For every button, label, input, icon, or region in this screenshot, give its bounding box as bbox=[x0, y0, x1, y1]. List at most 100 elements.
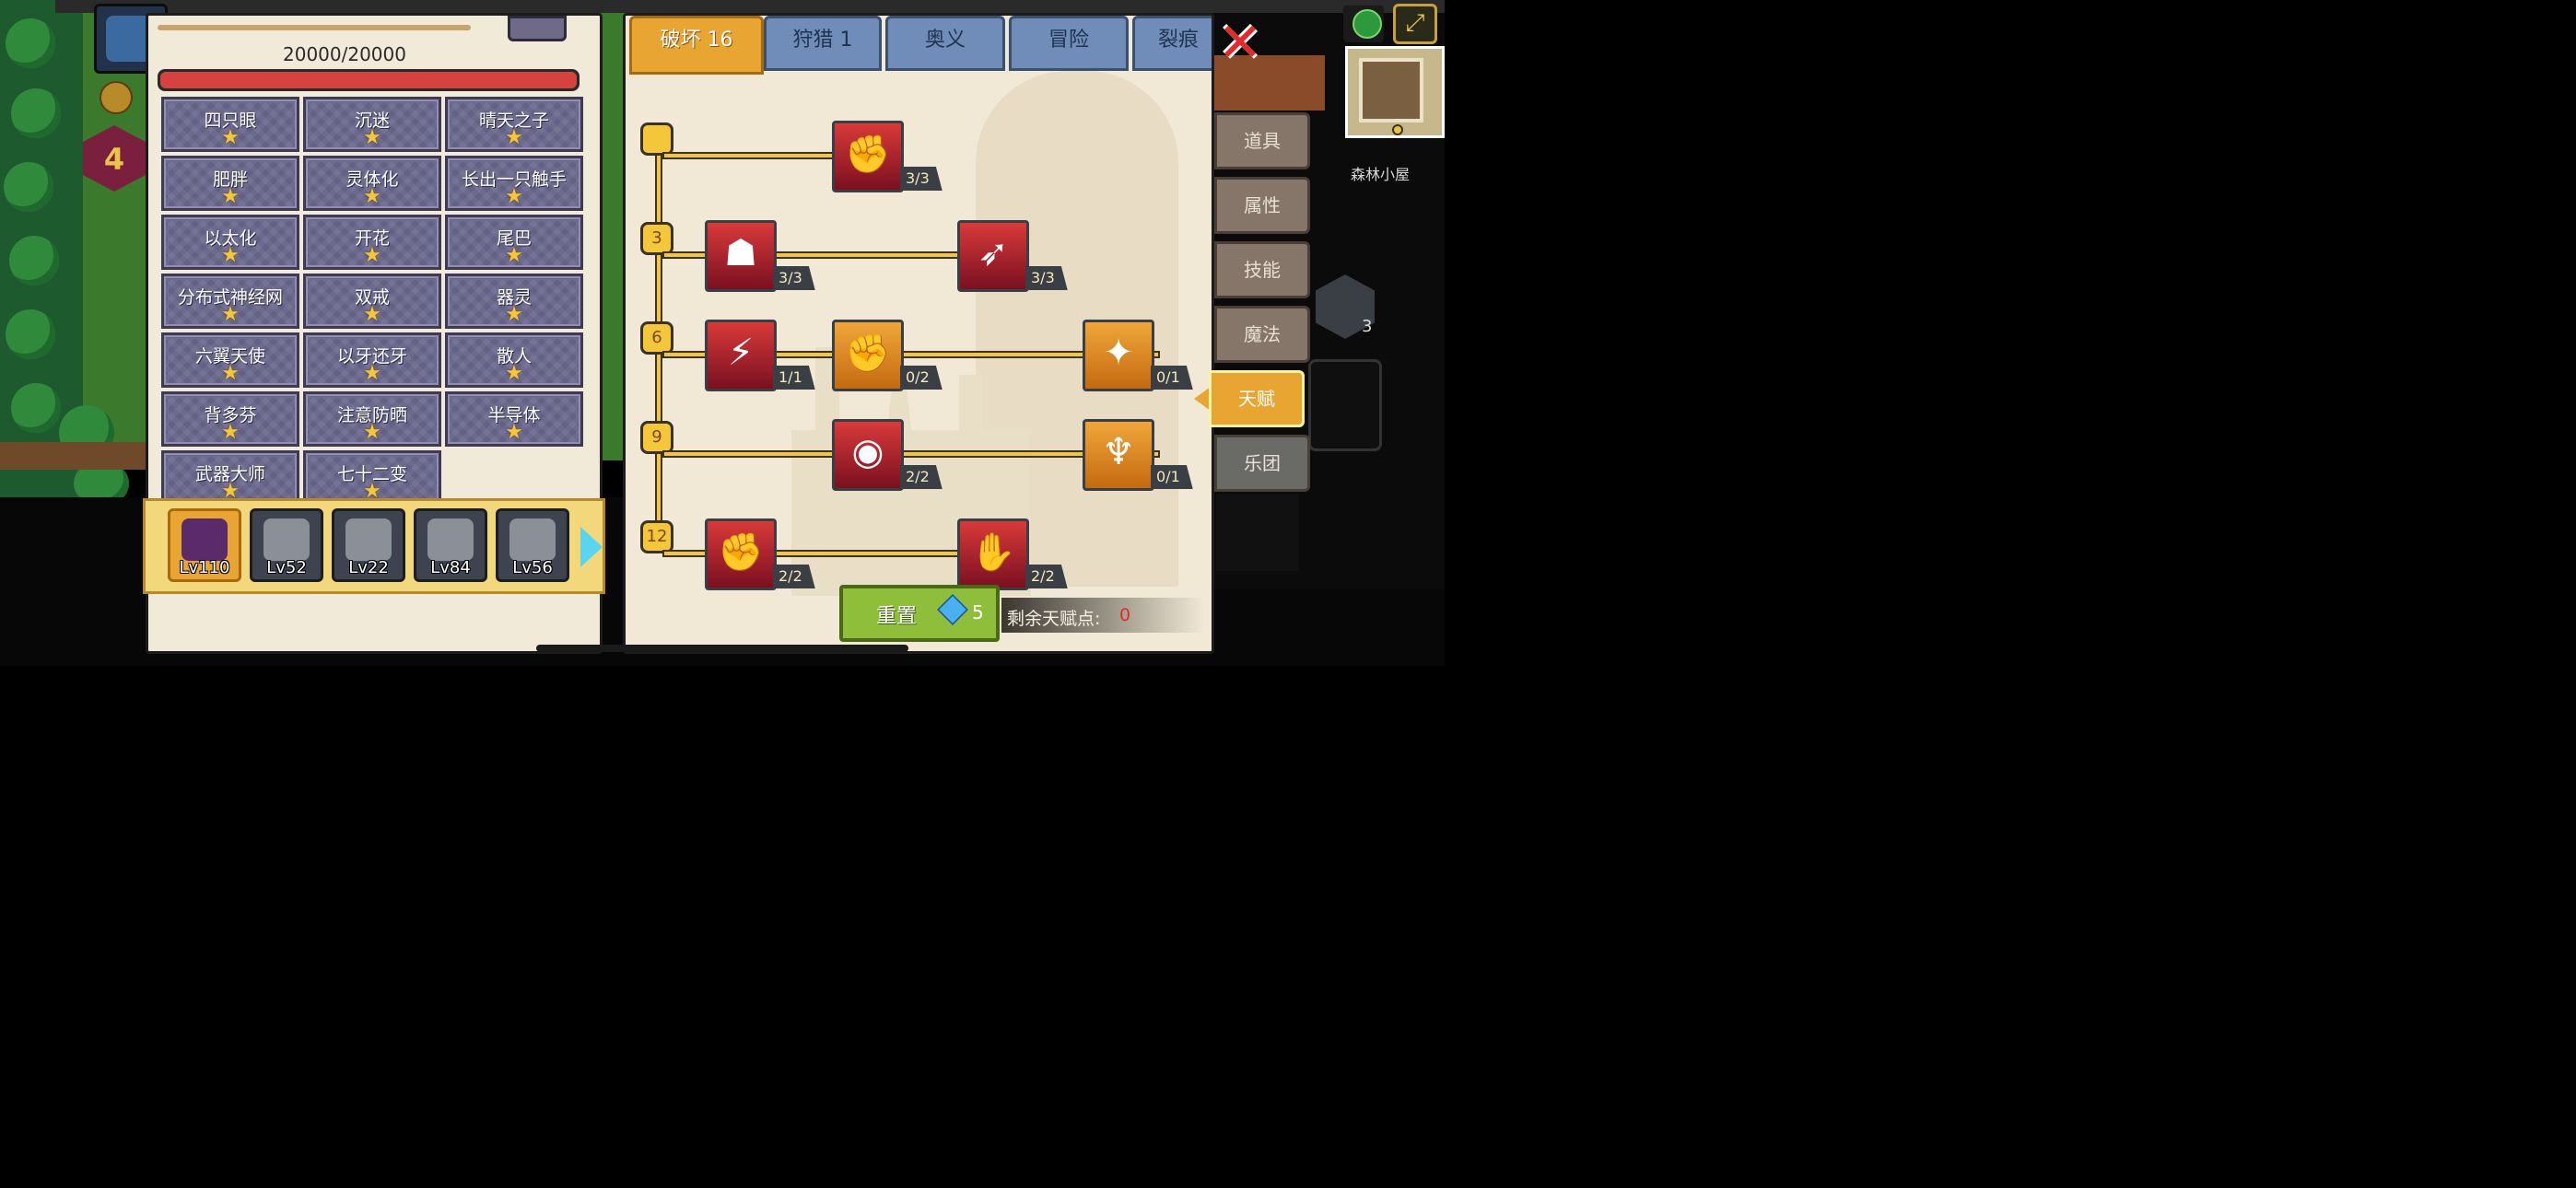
card-break-icon: ⚡ bbox=[727, 332, 755, 374]
pet-slot[interactable]: Lv52 bbox=[250, 508, 323, 582]
talent-slot[interactable]: ✊ bbox=[705, 518, 777, 590]
trait-card[interactable]: 分布式神经网 ★ bbox=[161, 274, 299, 329]
star-icon: ★ bbox=[363, 362, 381, 385]
star-icon: ★ bbox=[363, 480, 381, 498]
dirt-ledge bbox=[0, 442, 147, 470]
trait-card[interactable]: 长出一只触手 ★ bbox=[445, 156, 583, 211]
star-icon: ★ bbox=[505, 185, 523, 208]
side-menu-item[interactable]: 天赋 bbox=[1209, 370, 1305, 427]
side-menu-item[interactable]: 乐团 bbox=[1214, 435, 1310, 492]
talent-count: 3/3 bbox=[900, 167, 943, 191]
sword-weapon-slot[interactable] bbox=[1216, 494, 1299, 571]
talent-slot[interactable]: ✊ bbox=[832, 320, 904, 391]
guild-badge-icon[interactable] bbox=[100, 81, 133, 114]
star-icon: ★ bbox=[221, 362, 240, 385]
trait-card[interactable]: 肥胖 ★ bbox=[161, 156, 299, 211]
talent-slot[interactable]: ☗ bbox=[705, 220, 777, 292]
pet-slot[interactable]: Lv22 bbox=[332, 508, 405, 582]
trait-card[interactable]: 半导体 ★ bbox=[445, 391, 583, 447]
star-icon: ★ bbox=[221, 185, 240, 208]
trait-card[interactable]: 开花 ★ bbox=[303, 215, 441, 270]
trait-card[interactable]: 灵体化 ★ bbox=[303, 156, 441, 211]
star-icon: ★ bbox=[363, 126, 381, 149]
expand-icon[interactable]: ⤢ bbox=[1393, 4, 1437, 44]
skill-slot-count: 3 bbox=[1362, 317, 1373, 336]
star-icon: ★ bbox=[363, 244, 381, 267]
close-icon[interactable]: ✕ bbox=[1214, 16, 1266, 69]
star-icon: ★ bbox=[221, 126, 240, 149]
talent-slot[interactable]: ✦ bbox=[1083, 320, 1154, 391]
trait-card[interactable]: 以太化 ★ bbox=[161, 215, 299, 270]
trait-card[interactable]: 尾巴 ★ bbox=[445, 215, 583, 270]
star-icon: ★ bbox=[221, 421, 240, 444]
talent-count: 0/1 bbox=[1151, 366, 1193, 390]
reset-talents-button[interactable]: 重置 5 bbox=[839, 585, 1000, 642]
talent-tab[interactable]: 破坏 16 bbox=[629, 16, 764, 75]
bat-drop-icon: ♆ bbox=[1102, 431, 1135, 473]
talent-slot[interactable]: ♆ bbox=[1083, 419, 1154, 491]
pet-slot[interactable]: Lv56 bbox=[496, 508, 569, 582]
trait-card[interactable]: 注意防晒 ★ bbox=[303, 391, 441, 447]
trait-card[interactable]: 四只眼 ★ bbox=[161, 97, 299, 152]
trait-card[interactable]: 晴天之子 ★ bbox=[445, 97, 583, 152]
side-menu-item[interactable]: 属性 bbox=[1214, 177, 1310, 234]
side-menu-item[interactable]: 魔法 bbox=[1214, 306, 1310, 363]
home-indicator[interactable] bbox=[536, 645, 908, 652]
talent-slot[interactable]: ✋ bbox=[957, 518, 1029, 590]
tree bbox=[11, 88, 61, 138]
star-icon: ★ bbox=[221, 244, 240, 267]
star-icon: ★ bbox=[221, 303, 240, 326]
trait-card[interactable]: 散人 ★ bbox=[445, 332, 583, 388]
panel-top-button[interactable] bbox=[508, 16, 567, 41]
talent-slot[interactable]: ⚡ bbox=[705, 320, 777, 391]
star-icon: ★ bbox=[221, 480, 240, 498]
talent-slot[interactable]: ◉ bbox=[832, 419, 904, 491]
talent-tab[interactable]: 狩猎 1 bbox=[764, 16, 882, 71]
talent-count: 2/2 bbox=[773, 565, 815, 588]
star-icon: ★ bbox=[505, 362, 523, 385]
reset-cost: 5 bbox=[972, 601, 984, 623]
trait-card[interactable]: 沉迷 ★ bbox=[303, 97, 441, 152]
remaining-points-value: 0 bbox=[1119, 605, 1131, 625]
talent-count: 2/2 bbox=[1025, 565, 1068, 588]
tree bbox=[4, 162, 53, 212]
talent-count: 2/2 bbox=[900, 465, 943, 489]
minimap-player-marker bbox=[1392, 124, 1403, 135]
talent-tab[interactable]: 裂痕 bbox=[1132, 16, 1212, 71]
talent-slot[interactable]: ➶ bbox=[957, 220, 1029, 292]
trait-card[interactable]: 器灵 ★ bbox=[445, 274, 583, 329]
trait-card[interactable]: 背多芬 ★ bbox=[161, 391, 299, 447]
pet-level: Lv56 bbox=[512, 558, 553, 577]
pet-selector-bar: Lv56 Lv84 Lv22 Lv52 Lv110 bbox=[143, 498, 605, 594]
talent-tab[interactable]: 奥义 bbox=[885, 16, 1005, 71]
hp-bar bbox=[158, 69, 580, 91]
tier-node: 6 bbox=[640, 321, 673, 355]
tier-node: 3 bbox=[640, 222, 673, 255]
character-traits-panel: 20000/20000 四只眼 ★ 沉迷 ★ 晴天之子 ★ 肥胖 ★ 灵体化 ★ 长出一只触手 ★ 以太… bbox=[143, 13, 605, 654]
trait-card[interactable]: 七十二变 ★ bbox=[303, 450, 441, 498]
talent-slot[interactable]: ✊ bbox=[832, 121, 904, 192]
side-menu-item[interactable]: 道具 bbox=[1214, 112, 1310, 169]
minimap[interactable] bbox=[1345, 46, 1445, 138]
next-arrow-icon[interactable] bbox=[580, 527, 603, 567]
pet-slot[interactable]: Lv110 bbox=[168, 508, 241, 582]
ripple-orb-icon: ◉ bbox=[851, 431, 884, 473]
tier-node bbox=[640, 122, 673, 156]
panel-top-divider bbox=[158, 25, 471, 30]
pet-portrait-icon bbox=[345, 518, 392, 561]
network-globe-icon[interactable] bbox=[1343, 6, 1384, 42]
reset-label: 重置 bbox=[876, 605, 918, 628]
trait-card[interactable]: 以牙还牙 ★ bbox=[303, 332, 441, 388]
trait-card[interactable]: 武器大师 ★ bbox=[161, 450, 299, 498]
hp-bar-fill bbox=[160, 72, 577, 88]
pet-portrait-icon bbox=[181, 518, 228, 561]
tier-node: 12 bbox=[640, 520, 673, 553]
trait-card[interactable]: 双戒 ★ bbox=[303, 274, 441, 329]
raised-fist-icon: ✊ bbox=[718, 531, 764, 574]
bow-weapon-slot[interactable] bbox=[1308, 359, 1382, 451]
pet-slot[interactable]: Lv84 bbox=[414, 508, 487, 582]
talent-tab[interactable]: 冒险 bbox=[1009, 16, 1129, 71]
muscle-body-icon: ☗ bbox=[724, 232, 757, 274]
side-menu-item[interactable]: 技能 bbox=[1214, 241, 1310, 298]
trait-card[interactable]: 六翼天使 ★ bbox=[161, 332, 299, 388]
